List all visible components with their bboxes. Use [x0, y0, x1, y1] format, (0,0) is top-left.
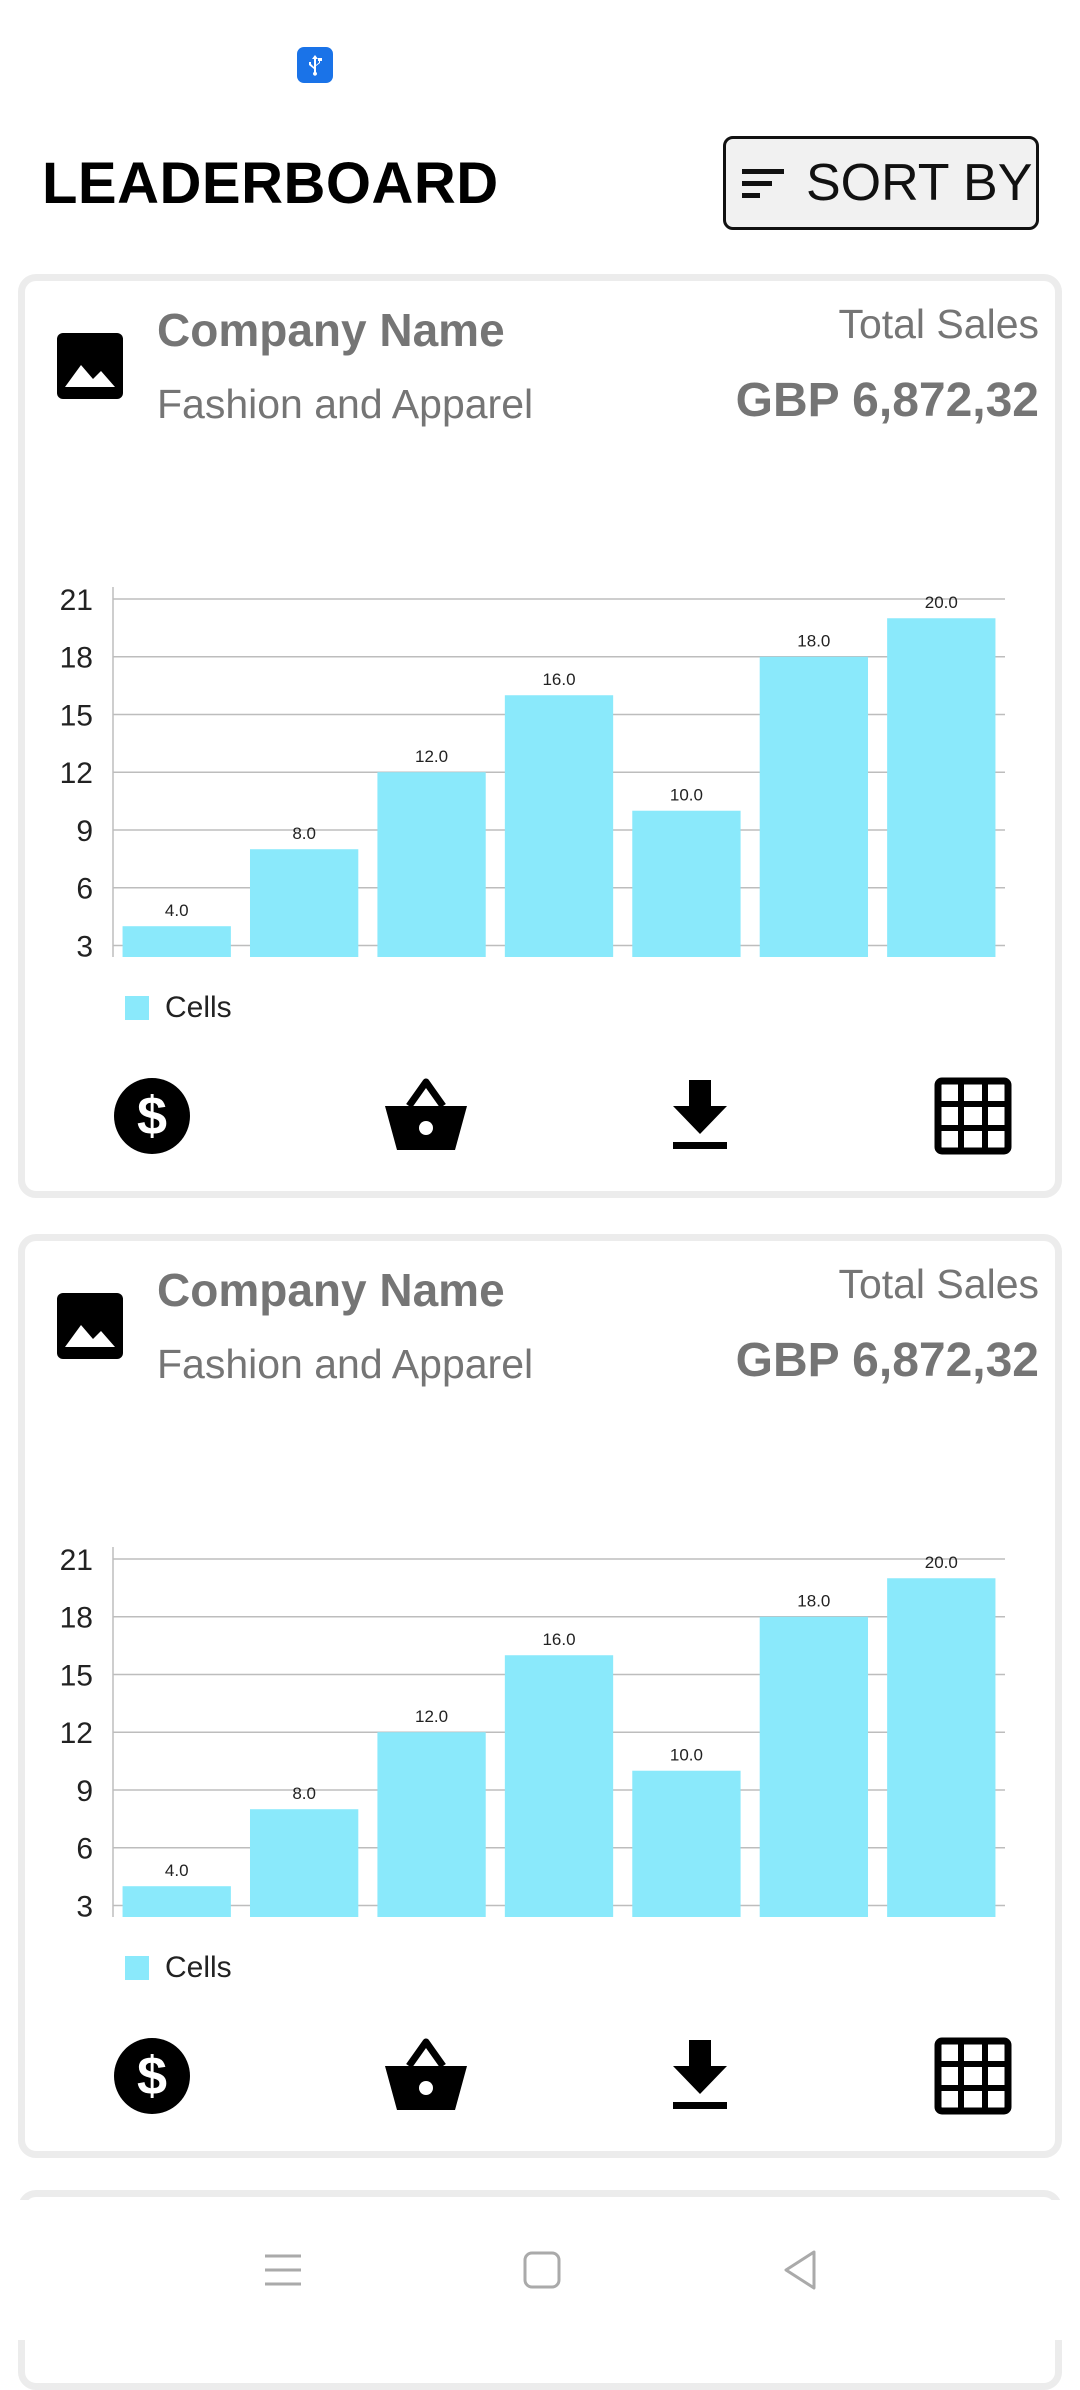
total-sales-label: Total Sales [838, 301, 1039, 347]
bar-value-label: 10.0 [670, 1746, 703, 1765]
chart-legend: Cells [125, 1951, 232, 1985]
sort-by-label: SORT BY [806, 154, 1033, 212]
svg-text:$: $ [137, 1086, 167, 1146]
bar-value-label: 4.0 [165, 901, 189, 920]
y-tick-label: 18 [60, 642, 93, 675]
dollar-button[interactable]: $ [97, 1061, 207, 1171]
basket-button[interactable] [371, 1061, 481, 1171]
bar [887, 618, 996, 957]
dollar-icon: $ [114, 1078, 190, 1154]
basket-button[interactable] [371, 2021, 481, 2131]
bar [504, 1655, 614, 1917]
y-tick-label: 6 [76, 873, 93, 906]
basket-icon [385, 1078, 467, 1150]
bar-value-label: 20.0 [925, 1553, 958, 1572]
back-icon[interactable] [770, 2240, 830, 2300]
image-icon [57, 1293, 123, 1359]
y-tick-label: 12 [60, 1717, 93, 1750]
card-actions: $ [25, 2021, 1055, 2141]
bar-value-label: 16.0 [542, 670, 575, 689]
grid-button[interactable] [918, 1061, 1028, 1171]
leaderboard-card[interactable]: Company Name Fashion and Apparel Total S… [18, 274, 1062, 1198]
download-icon [673, 2040, 727, 2109]
card-actions: $ [25, 1061, 1055, 1181]
svg-text:$: $ [137, 2046, 167, 2106]
bar-value-label: 10.0 [670, 786, 703, 805]
y-tick-label: 9 [76, 1775, 93, 1808]
y-tick-label: 15 [60, 1659, 93, 1692]
bar [122, 926, 231, 957]
y-tick-label: 12 [60, 757, 93, 790]
bar-chart: 3 6 9 12 15 18 21 4.0 8.0 12.0 16.0 10.0 18.0 20.0 [60, 1544, 1005, 1923]
bar-value-label: 12.0 [415, 1707, 448, 1726]
legend-label: Cells [165, 1951, 232, 1984]
company-name: Company Name [157, 304, 505, 356]
download-button[interactable] [645, 2021, 755, 2131]
menu-icon[interactable] [253, 2240, 313, 2300]
company-category: Fashion and Apparel [157, 1341, 534, 1387]
bar-value-label: 8.0 [292, 824, 316, 843]
bar [377, 1732, 486, 1917]
bar [759, 1616, 869, 1917]
y-tick-label: 9 [76, 815, 93, 848]
total-sales-label: Total Sales [838, 1261, 1039, 1307]
bar-value-label: 20.0 [925, 593, 958, 612]
image-icon [57, 333, 123, 399]
home-icon[interactable] [512, 2240, 572, 2300]
bar-chart: 3 6 9 12 15 18 21 4.0 8.0 12.0 16.0 10.0 18.0 20.0 [60, 584, 1005, 963]
legend-label: Cells [165, 991, 232, 1024]
company-category: Fashion and Apparel [157, 381, 534, 427]
y-tick-label: 3 [76, 930, 93, 963]
page-header: LEADERBOARD SORT BY [0, 110, 1080, 260]
bar [377, 772, 486, 957]
y-tick-label: 3 [76, 1890, 93, 1923]
bar [504, 695, 614, 957]
bar [887, 1578, 996, 1917]
basket-icon [385, 2038, 467, 2110]
grid-icon [934, 1077, 1012, 1155]
y-tick-label: 15 [60, 699, 93, 732]
y-tick-label: 21 [60, 1544, 93, 1577]
bar [759, 656, 869, 957]
status-bar [0, 0, 1080, 110]
legend-swatch [125, 1956, 149, 1980]
sort-icon [742, 169, 784, 198]
leaderboard-card[interactable]: Company Name Fashion and Apparel Total S… [18, 1234, 1062, 2158]
bar-value-label: 4.0 [165, 1861, 189, 1880]
bar [632, 1770, 741, 1917]
grid-icon [934, 2037, 1012, 2115]
y-tick-label: 18 [60, 1602, 93, 1635]
sort-by-button[interactable]: SORT BY [723, 136, 1039, 230]
y-tick-label: 6 [76, 1833, 93, 1866]
navigation-bar [0, 2200, 1080, 2340]
total-sales-value: GBP 6,872,32 [735, 374, 1039, 427]
bar-value-label: 16.0 [542, 1630, 575, 1649]
bar [249, 849, 359, 957]
bar [122, 1886, 231, 1917]
bar [632, 810, 741, 957]
bar-value-label: 18.0 [797, 632, 830, 651]
y-tick-label: 21 [60, 584, 93, 617]
bar-value-label: 12.0 [415, 747, 448, 766]
bar [249, 1809, 359, 1917]
dollar-button[interactable]: $ [97, 2021, 207, 2131]
usb-icon [297, 47, 333, 83]
bar-value-label: 18.0 [797, 1592, 830, 1611]
chart-legend: Cells [125, 991, 232, 1025]
company-name: Company Name [157, 1264, 505, 1316]
legend-swatch [125, 996, 149, 1020]
total-sales-value: GBP 6,872,32 [735, 1334, 1039, 1387]
download-icon [673, 1080, 727, 1149]
page-title: LEADERBOARD [42, 151, 499, 216]
dollar-icon: $ [114, 2038, 190, 2114]
grid-button[interactable] [918, 2021, 1028, 2131]
bar-value-label: 8.0 [292, 1784, 316, 1803]
download-button[interactable] [645, 1061, 755, 1171]
